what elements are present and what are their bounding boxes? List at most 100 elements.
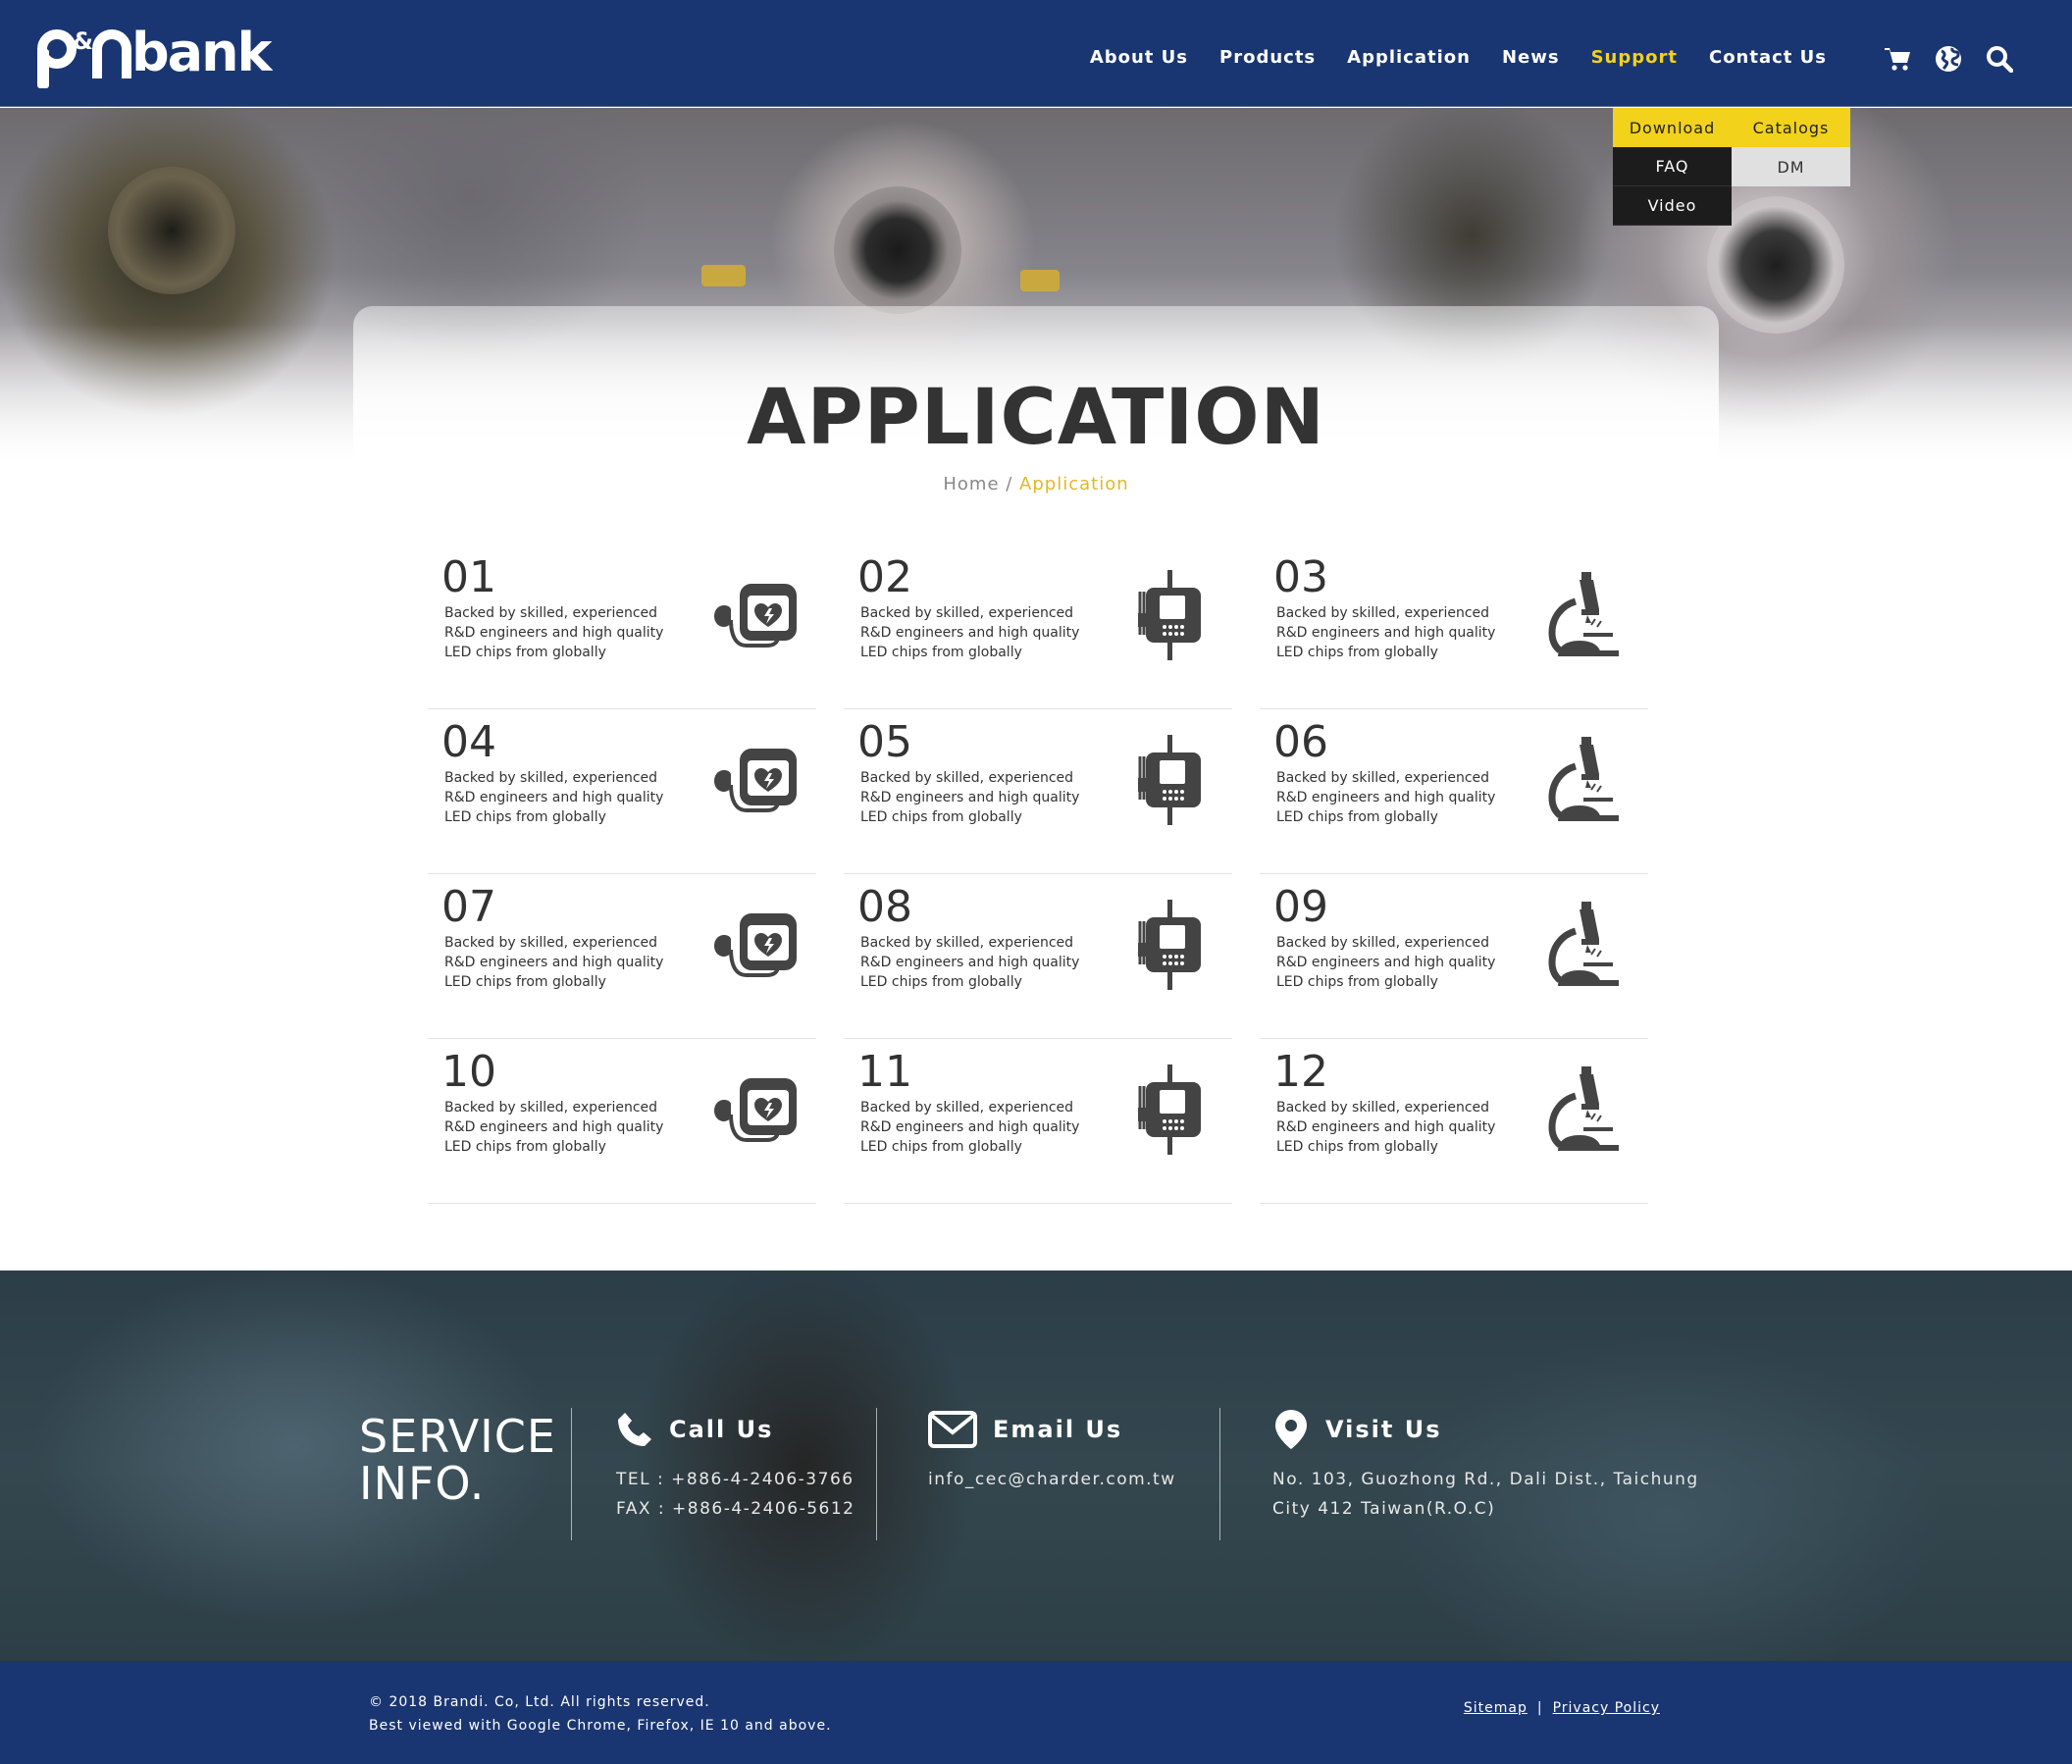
microscope-icon xyxy=(1536,896,1634,994)
brand-logo[interactable]: & bank xyxy=(37,20,272,90)
application-number: 01 xyxy=(441,552,496,602)
application-card[interactable]: 06 Backed by skilled, experienced R&D eng… xyxy=(1260,709,1648,874)
application-description: Backed by skilled, experienced R&D engin… xyxy=(860,1100,1080,1155)
defibrillator-icon xyxy=(704,1061,803,1159)
cart-icon[interactable] xyxy=(1884,45,1911,73)
copyright-text: © 2018 Brandi. Co, Ltd. All rights reser… xyxy=(369,1694,710,1710)
call-us-label: Call Us xyxy=(669,1416,774,1443)
application-number: 07 xyxy=(441,882,496,932)
defibrillator-icon xyxy=(704,566,803,664)
application-number: 05 xyxy=(857,717,912,767)
nav-contact-us[interactable]: Contact Us xyxy=(1709,47,1827,68)
application-number: 03 xyxy=(1273,552,1328,602)
header-icons xyxy=(1884,45,2014,74)
menu-faq[interactable]: FAQ xyxy=(1613,147,1732,186)
application-description: Backed by skilled, experienced R&D engin… xyxy=(444,770,664,825)
footer-separator: | xyxy=(1536,1700,1543,1716)
application-card[interactable]: 11 Backed by skilled, experienced R&D eng… xyxy=(844,1039,1232,1204)
call-us-block: Call Us TEL : +886-4-2406-3766 FAX : +88… xyxy=(616,1408,855,1524)
application-card[interactable]: 09 Backed by skilled, experienced R&D eng… xyxy=(1260,874,1648,1039)
service-title-line1: SERVICE xyxy=(359,1410,556,1463)
application-description: Backed by skilled, experienced R&D engin… xyxy=(860,770,1080,825)
application-card[interactable]: 01 Backed by skilled, experienced R&D eng… xyxy=(428,545,816,709)
tel-number[interactable]: TEL : +886-4-2406-3766 xyxy=(616,1465,855,1494)
menu-catalogs[interactable]: Catalogs xyxy=(1732,108,1850,147)
infusion-pump-icon xyxy=(1120,731,1218,829)
application-number: 11 xyxy=(857,1047,912,1097)
address-line1: No. 103, Guozhong Rd., Dali Dist., Taich… xyxy=(1272,1470,1699,1489)
application-number: 02 xyxy=(857,552,912,602)
application-card[interactable]: 07 Backed by skilled, experienced R&D eng… xyxy=(428,874,816,1039)
email-us-label: Email Us xyxy=(993,1416,1123,1443)
divider xyxy=(571,1408,572,1540)
map-pin-icon xyxy=(1275,1410,1307,1449)
nav-news[interactable]: News xyxy=(1502,47,1560,68)
phone-icon xyxy=(618,1413,651,1446)
application-number: 12 xyxy=(1273,1047,1328,1097)
application-card[interactable]: 12 Backed by skilled, experienced R&D eng… xyxy=(1260,1039,1648,1204)
address-line2: City 412 Taiwan(R.O.C) xyxy=(1272,1499,1496,1519)
nav-application[interactable]: Application xyxy=(1347,47,1471,68)
breadcrumb-separator: / xyxy=(999,474,1020,494)
application-number: 06 xyxy=(1273,717,1328,767)
fax-number: FAX : +886-4-2406-5612 xyxy=(616,1499,855,1519)
globe-icon[interactable] xyxy=(1935,45,1962,73)
search-icon[interactable] xyxy=(1986,45,2014,74)
service-info: SERVICE INFO. Call Us TEL : +886-4-2406-… xyxy=(0,1271,2072,1661)
divider xyxy=(1219,1408,1220,1540)
visit-us-label: Visit Us xyxy=(1325,1416,1442,1443)
menu-dm[interactable]: DM xyxy=(1732,147,1850,186)
infusion-pump-icon xyxy=(1120,566,1218,664)
application-grid: 01 Backed by skilled, experienced R&D eng… xyxy=(428,545,1652,1204)
visit-us-block: Visit Us No. 103, Guozhong Rd., Dali Dis… xyxy=(1272,1408,1699,1524)
copyright-bar: © 2018 Brandi. Co, Ltd. All rights reser… xyxy=(0,1661,2072,1764)
sitemap-link[interactable]: Sitemap xyxy=(1464,1700,1528,1716)
infusion-pump-icon xyxy=(1120,1061,1218,1159)
application-description: Backed by skilled, experienced R&D engin… xyxy=(444,605,664,660)
application-description: Backed by skilled, experienced R&D engin… xyxy=(444,935,664,990)
application-card[interactable]: 08 Backed by skilled, experienced R&D eng… xyxy=(844,874,1232,1039)
application-card[interactable]: 02 Backed by skilled, experienced R&D eng… xyxy=(844,545,1232,709)
nav-support[interactable]: Support xyxy=(1591,47,1678,68)
email-address[interactable]: info_cec@charder.com.tw xyxy=(928,1465,1176,1494)
site-header: & bank About Us Products Application New… xyxy=(0,0,2072,107)
application-description: Backed by skilled, experienced R&D engin… xyxy=(1276,935,1496,990)
privacy-policy-link[interactable]: Privacy Policy xyxy=(1553,1700,1660,1716)
page-title: APPLICATION xyxy=(747,374,1325,462)
breadcrumb: Home / Application xyxy=(0,474,2072,494)
breadcrumb-current: Application xyxy=(1019,474,1129,494)
service-title: SERVICE INFO. xyxy=(359,1413,556,1507)
microscope-icon xyxy=(1536,1061,1634,1159)
divider xyxy=(876,1408,877,1540)
logo-wordmark: bank xyxy=(131,21,272,83)
application-card[interactable]: 03 Backed by skilled, experienced R&D eng… xyxy=(1260,545,1648,709)
application-description: Backed by skilled, experienced R&D engin… xyxy=(1276,605,1496,660)
application-number: 09 xyxy=(1273,882,1328,932)
service-title-line2: INFO. xyxy=(359,1457,486,1510)
microscope-icon xyxy=(1536,566,1634,664)
email-us-block: Email Us info_cec@charder.com.tw xyxy=(928,1408,1176,1494)
microscope-icon xyxy=(1536,731,1634,829)
envelope-icon xyxy=(928,1411,977,1448)
application-card[interactable]: 04 Backed by skilled, experienced R&D eng… xyxy=(428,709,816,874)
menu-download[interactable]: Download xyxy=(1613,108,1732,147)
nav-products[interactable]: Products xyxy=(1219,47,1316,68)
application-card[interactable]: 05 Backed by skilled, experienced R&D eng… xyxy=(844,709,1232,874)
support-dropdown: Download Catalogs FAQ DM Video xyxy=(1613,108,1850,226)
infusion-pump-icon xyxy=(1120,896,1218,994)
application-description: Backed by skilled, experienced R&D engin… xyxy=(444,1100,664,1155)
application-card[interactable]: 10 Backed by skilled, experienced R&D eng… xyxy=(428,1039,816,1204)
application-number: 10 xyxy=(441,1047,496,1097)
menu-video[interactable]: Video xyxy=(1613,186,1732,226)
application-number: 04 xyxy=(441,717,496,767)
defibrillator-icon xyxy=(704,731,803,829)
defibrillator-icon xyxy=(704,896,803,994)
nav-about-us[interactable]: About Us xyxy=(1090,47,1188,68)
application-description: Backed by skilled, experienced R&D engin… xyxy=(1276,770,1496,825)
application-description: Backed by skilled, experienced R&D engin… xyxy=(860,605,1080,660)
application-description: Backed by skilled, experienced R&D engin… xyxy=(1276,1100,1496,1155)
main-nav: About Us Products Application News Suppo… xyxy=(1090,47,1827,68)
application-description: Backed by skilled, experienced R&D engin… xyxy=(860,935,1080,990)
browser-note: Best viewed with Google Chrome, Firefox,… xyxy=(369,1718,832,1734)
breadcrumb-home[interactable]: Home xyxy=(943,474,999,494)
